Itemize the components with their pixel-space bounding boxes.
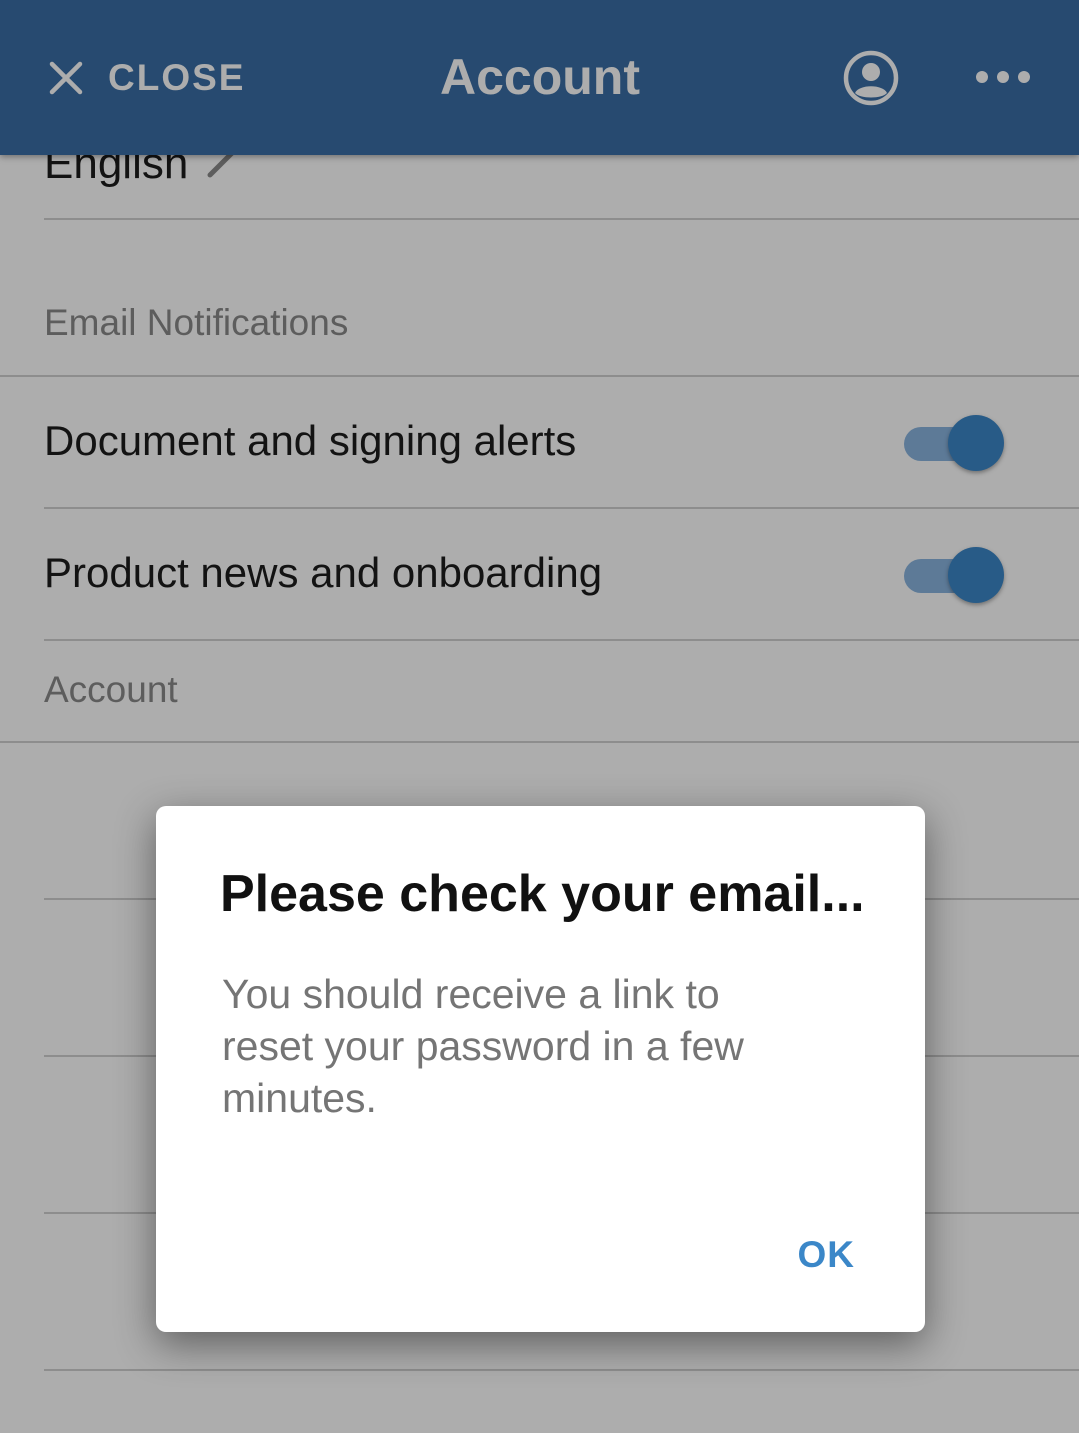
check-email-dialog: Please check your email... You should re… [156,806,925,1332]
dialog-title: Please check your email... [220,865,865,923]
dialog-message: You should receive a link to reset your … [222,971,744,1121]
ok-button[interactable]: OK [798,1234,856,1276]
account-screen: CLOSE Account English Email Notification… [0,0,1079,1433]
